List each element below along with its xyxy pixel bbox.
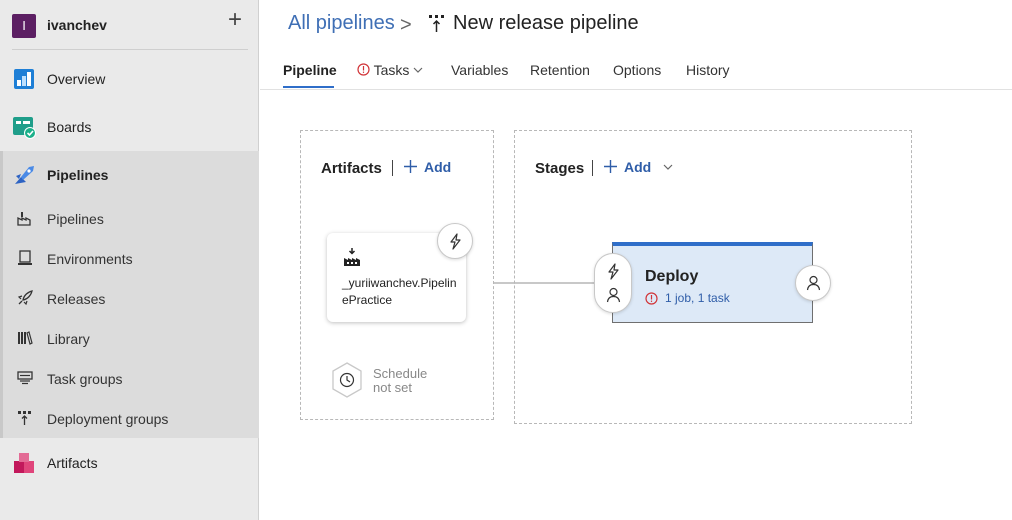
artifacts-panel-title: Artifacts (321, 160, 382, 177)
tab-tasks[interactable]: Tasks (357, 62, 423, 78)
left-nav-sidebar: I ivanchev + Overview Boards Pipelines P… (0, 0, 259, 520)
nav-pipelines[interactable]: Pipelines (0, 155, 259, 195)
task-groups-icon (17, 371, 33, 385)
chevron-down-icon (663, 164, 673, 170)
rocket-icon (17, 290, 33, 306)
plus-icon (604, 160, 617, 173)
divider (260, 89, 1012, 90)
sub-nav-library-label: Library (47, 331, 90, 347)
add-artifact-button[interactable]: Add (403, 159, 451, 175)
build-artifact-icon (344, 248, 360, 266)
release-pipeline-icon (429, 15, 444, 32)
sub-nav-task-groups[interactable]: Task groups (0, 359, 259, 399)
org-avatar: I (12, 14, 36, 38)
schedule-label-line2: not set (373, 380, 413, 395)
nav-artifacts[interactable]: Artifacts (0, 443, 259, 483)
sub-nav-deployment-groups[interactable]: Deployment groups (0, 399, 259, 439)
stages-panel-title: Stages (535, 160, 585, 177)
stage-name: Deploy (645, 268, 699, 285)
add-stage-label: Add (624, 159, 652, 175)
nav-artifacts-label: Artifacts (47, 455, 98, 471)
nav-boards-label: Boards (47, 119, 92, 135)
divider (392, 160, 393, 176)
nav-overview-label: Overview (47, 71, 106, 87)
tab-variables[interactable]: Variables (451, 62, 508, 78)
active-tab-indicator (283, 86, 334, 88)
environments-icon (18, 250, 32, 265)
sub-nav-environments[interactable]: Environments (0, 239, 259, 279)
error-icon (357, 63, 370, 76)
pre-deployment-conditions[interactable] (594, 253, 632, 313)
sub-nav-deployment-groups-label: Deployment groups (47, 411, 169, 427)
library-icon (18, 331, 33, 345)
boards-icon (13, 117, 36, 139)
schedule-hexagon-icon (332, 362, 362, 398)
nav-overview[interactable]: Overview (0, 59, 259, 99)
nav-boards[interactable]: Boards (0, 107, 259, 147)
schedule-status: Schedule not set (373, 367, 427, 395)
add-artifact-label: Add (424, 159, 452, 175)
new-project-button[interactable]: + (224, 8, 246, 32)
plus-icon (404, 160, 417, 173)
sub-nav-environments-label: Environments (47, 251, 133, 267)
tab-pipeline[interactable]: Pipeline (283, 62, 337, 78)
person-icon (806, 275, 821, 291)
stage-job-summary[interactable]: 1 job, 1 task (665, 291, 730, 305)
post-deployment-conditions-button[interactable] (795, 265, 831, 301)
add-stage-button[interactable]: Add (603, 159, 673, 175)
person-icon (606, 287, 621, 303)
chevron-down-icon (413, 67, 423, 73)
tab-retention[interactable]: Retention (530, 62, 590, 78)
pipelines-group: Pipelines Pipelines Environments Release… (0, 151, 259, 438)
sub-nav-pipelines-label: Pipelines (47, 211, 104, 227)
breadcrumb: All pipelines > New release pipeline (288, 12, 639, 36)
breadcrumb-separator: > (400, 14, 412, 36)
sub-nav-releases-label: Releases (47, 291, 106, 307)
tab-history[interactable]: History (686, 62, 730, 78)
divider (12, 49, 248, 50)
sub-nav-pipelines[interactable]: Pipelines (0, 199, 259, 239)
schedule-trigger-button[interactable] (331, 362, 363, 398)
divider (592, 160, 593, 176)
tab-tasks-label: Tasks (373, 62, 410, 78)
stage-card-deploy[interactable]: Deploy 1 job, 1 task (612, 242, 813, 323)
error-icon (645, 292, 658, 305)
lightning-icon (450, 233, 461, 250)
sub-nav-library[interactable]: Library (0, 319, 259, 359)
org-header[interactable]: I ivanchev + (0, 0, 259, 50)
schedule-label-line1: Schedule (373, 366, 428, 381)
nav-pipelines-label: Pipelines (47, 167, 109, 183)
pipelines-icon (15, 166, 34, 184)
deployment-groups-icon (18, 411, 31, 425)
sub-nav-task-groups-label: Task groups (47, 371, 123, 387)
org-name[interactable]: ivanchev (47, 17, 107, 33)
tab-options[interactable]: Options (613, 62, 661, 78)
artifact-name: _yuriiwanchev.PipelinePractice (342, 276, 457, 307)
lightning-icon (608, 263, 619, 280)
breadcrumb-all-pipelines[interactable]: All pipelines (288, 12, 395, 34)
artifacts-icon (14, 453, 34, 473)
continuous-deployment-trigger-button[interactable] (437, 223, 473, 259)
sub-nav-releases[interactable]: Releases (0, 279, 259, 319)
overview-icon (14, 69, 34, 89)
page-title: New release pipeline (453, 12, 639, 34)
pipeline-factory-icon (17, 212, 31, 226)
